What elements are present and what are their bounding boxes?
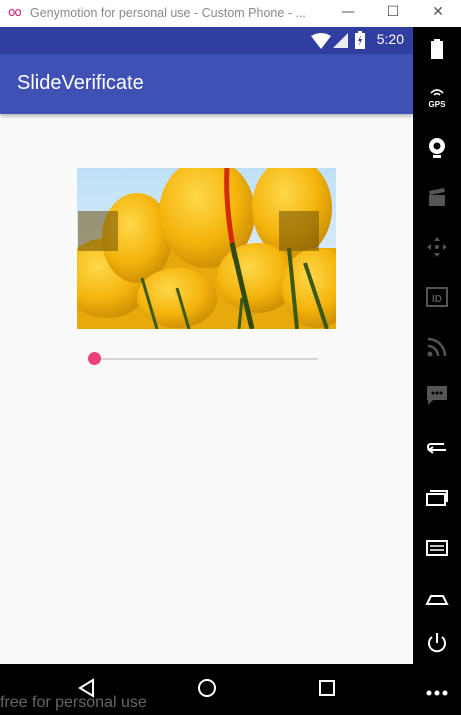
home-icon[interactable]	[425, 585, 449, 609]
dpad-icon[interactable]	[425, 235, 449, 259]
battery-status-icon	[355, 31, 365, 49]
status-time: 5:20	[376, 31, 404, 47]
battery-icon[interactable]	[425, 37, 449, 61]
power-icon[interactable]	[425, 631, 449, 655]
slider-thumb[interactable]	[87, 352, 101, 365]
id-icon[interactable]: ID	[425, 285, 449, 309]
window-title: Genymotion for personal use - Custom Pho…	[30, 6, 306, 20]
id-label: ID	[432, 294, 442, 305]
status-bar: 5:20	[0, 27, 413, 54]
minimize-button[interactable]: —	[325, 0, 371, 27]
back-icon[interactable]	[425, 435, 449, 459]
phone-screen: 5:20 SlideVerificate	[0, 27, 413, 715]
window-titlebar: oo Genymotion for personal use - Custom …	[0, 0, 461, 27]
gps-label: GPS	[429, 100, 447, 109]
wifi-icon	[311, 33, 331, 49]
menu-icon[interactable]	[425, 535, 449, 559]
sms-icon[interactable]	[425, 383, 449, 407]
rss-icon[interactable]	[425, 335, 449, 359]
genymotion-sidebar: GPS ID	[413, 27, 461, 715]
puzzle-target-slot	[279, 211, 319, 251]
watermark-text: free for personal use	[0, 694, 147, 711]
puzzle-image	[77, 168, 336, 329]
more-icon[interactable]	[425, 681, 449, 705]
app-title: SlideVerificate	[17, 72, 144, 94]
slider-track[interactable]	[94, 358, 318, 360]
app-bar: SlideVerificate	[0, 54, 413, 114]
nav-recents-icon[interactable]	[312, 673, 342, 703]
clapper-icon[interactable]	[425, 185, 449, 209]
genymotion-logo-icon: oo	[8, 5, 22, 19]
recents-icon[interactable]	[425, 485, 449, 509]
signal-icon	[333, 33, 348, 48]
gps-icon[interactable]: GPS	[425, 85, 449, 109]
slider-puzzle-piece[interactable]	[78, 211, 118, 251]
camera-icon[interactable]	[425, 135, 449, 159]
close-button[interactable]: ✕	[415, 0, 461, 27]
nav-home-icon[interactable]	[192, 673, 222, 703]
maximize-button[interactable]: ☐	[370, 0, 416, 27]
